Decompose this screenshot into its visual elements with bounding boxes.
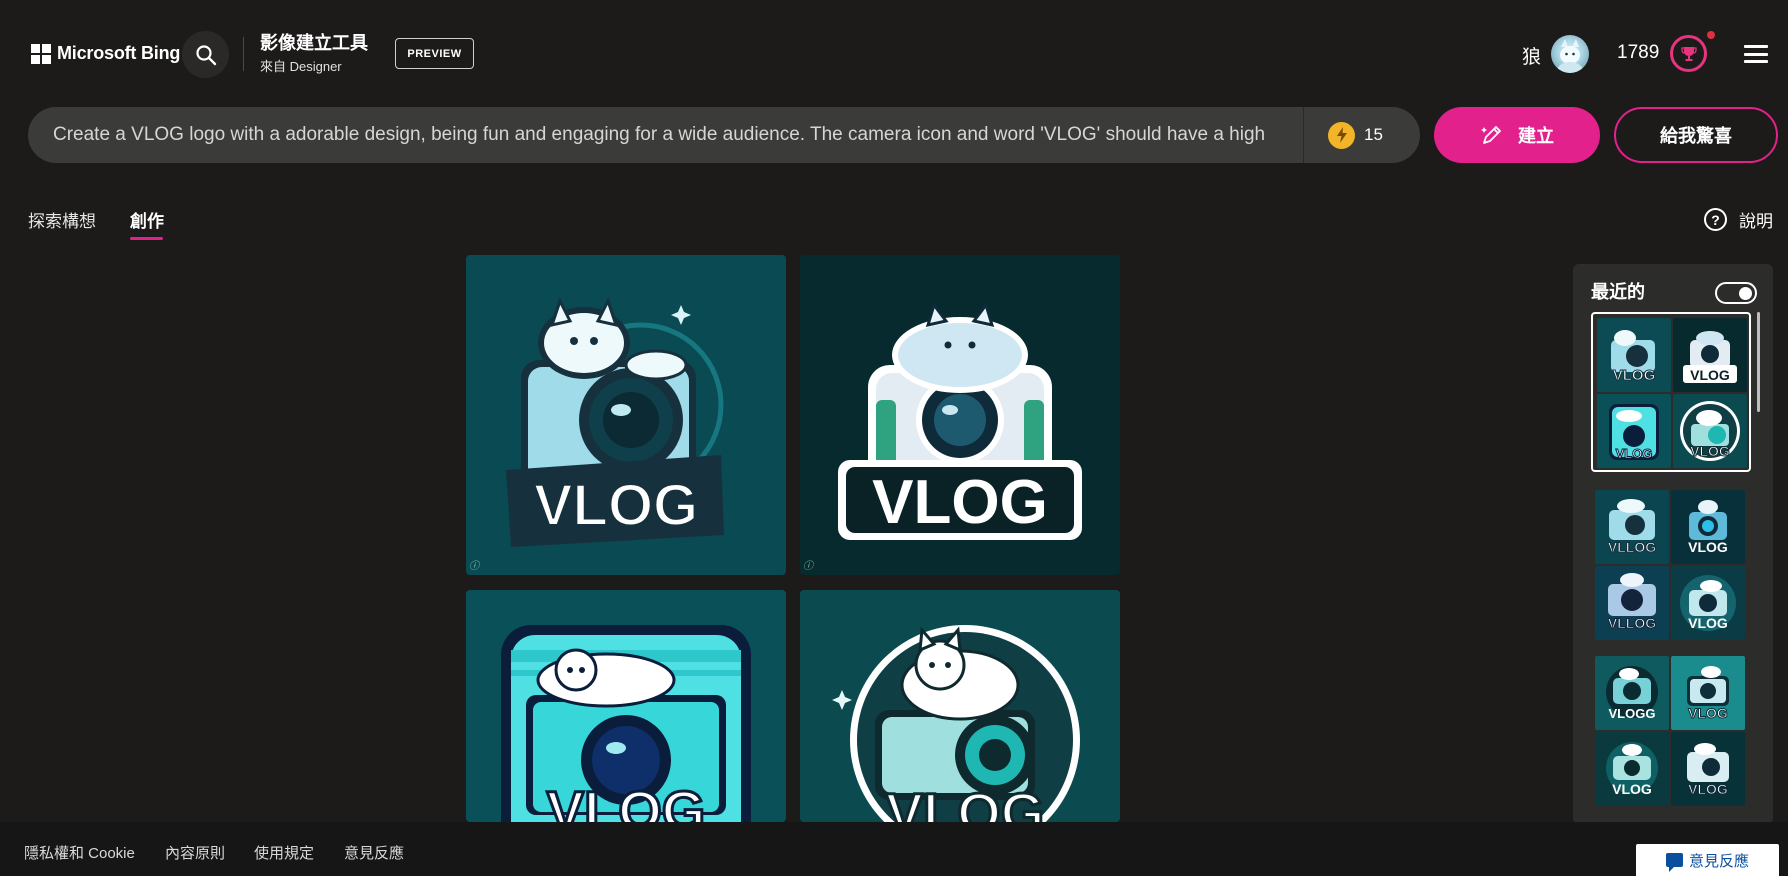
help-label: 說明 — [1739, 212, 1773, 231]
boost-count: 15 — [1364, 125, 1383, 144]
recent-panel: 最近的 VLOG VLOG VLOG VLOG VLLOG VLOG VLLOG… — [1573, 264, 1773, 824]
recent-thumb[interactable]: VLLOG — [1595, 566, 1669, 640]
recent-thumb[interactable]: VLOG — [1673, 318, 1747, 392]
generated-image-3[interactable]: VLOG — [466, 590, 786, 822]
recent-thumb[interactable]: VLOG — [1671, 732, 1745, 806]
recent-thumb[interactable]: VLOG — [1597, 318, 1671, 392]
logo-text: VLOG — [886, 781, 1045, 822]
recent-thumb[interactable]: VLOG — [1597, 394, 1671, 468]
help-circle-icon: ? — [1704, 208, 1727, 231]
feedback-button[interactable]: 意見反應 — [1636, 844, 1779, 876]
scrollbar-thumb[interactable] — [1757, 312, 1760, 412]
recent-thumb[interactable]: VLOG — [1595, 732, 1669, 806]
surprise-me-button[interactable]: 給我驚喜 — [1614, 107, 1778, 163]
footer-link-feedback[interactable]: 意見反應 — [344, 842, 404, 863]
recent-title: 最近的 — [1591, 282, 1645, 302]
product-name[interactable]: 影像建立工具 來自 Designer — [260, 33, 368, 75]
prompt-input[interactable]: Create a VLOG logo with a adorable desig… — [28, 124, 1303, 146]
vlog-logo-image: VLOG — [506, 297, 724, 547]
logo-text: VLOG — [547, 779, 706, 822]
search-icon — [195, 44, 216, 65]
help-button[interactable]: ? 說明 — [1704, 207, 1773, 232]
logo-text: VLOG — [534, 473, 698, 538]
tab-create[interactable]: 創作 — [130, 207, 164, 232]
thumb-label: VLOG — [1688, 615, 1728, 631]
generated-image-4[interactable]: VLOG — [800, 590, 1120, 822]
thumb-label: VLOG — [1690, 443, 1730, 459]
thumb-label: VLLOG — [1608, 539, 1656, 555]
bing-watermark: ⓘ — [469, 561, 479, 572]
vlog-logo-image: VLOG — [838, 301, 1082, 540]
thumb-label: VLOG — [1612, 781, 1652, 797]
tab-explore[interactable]: 探索構想 — [28, 207, 96, 232]
header: Microsoft Bing 影像建立工具 來自 Designer PREVIE… — [0, 0, 1788, 100]
create-button-label: 建立 — [1518, 126, 1554, 146]
boost-counter[interactable]: 15 — [1304, 121, 1383, 149]
thumb-label: VLOG — [1613, 367, 1656, 384]
trophy-icon[interactable] — [1670, 35, 1707, 72]
avatar-image — [1557, 39, 1583, 73]
rewards-points[interactable]: 1789 — [1617, 42, 1659, 64]
recent-thumb[interactable]: VLOGG — [1595, 656, 1669, 730]
recent-thumb[interactable]: VLOG — [1673, 394, 1747, 468]
active-tab-indicator — [130, 237, 163, 240]
product-title: 影像建立工具 — [260, 33, 368, 53]
feedback-button-label: 意見反應 — [1688, 852, 1749, 870]
recent-thumb[interactable]: VLOG — [1671, 656, 1745, 730]
recent-thumb[interactable]: VLOG — [1671, 490, 1745, 564]
chat-feedback-icon — [1665, 853, 1683, 872]
bolt-icon — [1328, 121, 1355, 149]
generated-image-1[interactable]: VLOG ⓘ — [466, 255, 786, 575]
recent-thumb[interactable]: VLLOG — [1595, 490, 1669, 564]
thumb-label: VLOGG — [1609, 706, 1656, 721]
thumb-label: VLOG — [1688, 539, 1728, 555]
user-name[interactable]: 狼 — [1522, 42, 1541, 69]
footer-link-privacy[interactable]: 隱私權和 Cookie — [24, 842, 135, 863]
bing-watermark: ⓘ — [803, 561, 813, 572]
surprise-me-label: 給我驚喜 — [1660, 126, 1732, 146]
prompt-bar: Create a VLOG logo with a adorable desig… — [28, 107, 1420, 163]
vlog-logo-image: VLOG — [832, 625, 1080, 822]
thumb-label: VLOG — [1688, 781, 1728, 797]
generated-image-2[interactable]: VLOG ⓘ — [800, 255, 1120, 575]
recent-set-1[interactable]: VLOG VLOG VLOG VLOG — [1591, 312, 1751, 472]
thumb-label: VLOG — [1616, 446, 1653, 461]
product-subtitle: 來自 Designer — [260, 59, 342, 74]
brand-text: Microsoft Bing — [57, 43, 181, 63]
search-button[interactable] — [182, 31, 229, 78]
toggle-knob — [1739, 287, 1752, 300]
thumb-label: VLOG — [1690, 367, 1730, 383]
footer-link-terms[interactable]: 使用規定 — [254, 842, 314, 863]
logo-text: VLOG — [872, 468, 1048, 537]
hamburger-menu-icon[interactable] — [1744, 45, 1768, 63]
thumb-label: VLLOG — [1608, 615, 1656, 631]
avatar[interactable] — [1551, 35, 1589, 73]
vlog-logo-image: VLOG — [501, 625, 751, 822]
notification-dot — [1707, 31, 1715, 39]
preview-badge: PREVIEW — [395, 38, 474, 69]
create-button[interactable]: 建立 — [1434, 107, 1600, 163]
pen-sparkle-icon — [1481, 126, 1501, 144]
recent-set-3[interactable]: VLOGG VLOG VLOG VLOG — [1591, 652, 1751, 812]
recent-set-2[interactable]: VLLOG VLOG VLLOG VLOG — [1591, 486, 1751, 646]
header-divider — [243, 37, 244, 71]
recent-thumb[interactable]: VLOG — [1671, 566, 1745, 640]
bing-logo[interactable]: Microsoft Bing — [31, 43, 180, 64]
recent-toggle[interactable] — [1715, 282, 1757, 304]
microsoft-logo-icon — [31, 43, 51, 64]
footer-link-content-policy[interactable]: 內容原則 — [165, 842, 225, 863]
thumb-label: VLOG — [1688, 705, 1728, 721]
